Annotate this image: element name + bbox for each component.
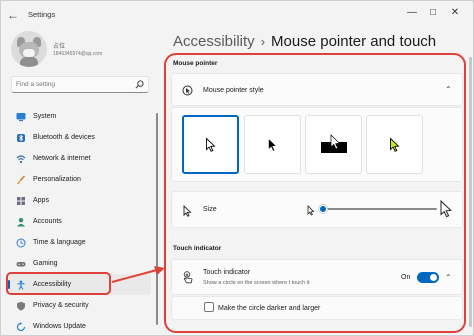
pointer-style-black[interactable]	[244, 115, 301, 174]
pointer-size-icon	[183, 205, 192, 217]
darker-circle-option-card: Make the circle darker and larger	[171, 296, 463, 320]
sidebar-item-network[interactable]: Network & internet	[7, 148, 151, 169]
large-pointer-icon	[440, 200, 452, 218]
page-title: Mouse pointer and touch	[271, 33, 437, 50]
main-scrollbar[interactable]	[469, 57, 472, 327]
sidebar-item-label: Time & language	[33, 239, 86, 246]
breadcrumb: Accessibility › Mouse pointer and touch	[173, 33, 436, 50]
darker-circle-checkbox[interactable]	[204, 302, 214, 312]
update-icon	[16, 321, 26, 331]
sidebar-item-label: Apps	[33, 197, 49, 204]
pointer-size-slider-thumb[interactable]	[319, 205, 327, 213]
title-bar: ← Settings — □ ✕	[1, 1, 473, 29]
monitor-icon	[16, 112, 26, 121]
pointer-style-label: Mouse pointer style	[203, 87, 264, 94]
maximize-icon[interactable]: □	[425, 6, 441, 20]
sidebar-item-label: Accounts	[33, 218, 62, 225]
settings-window: ← Settings — □ ✕ 占位 1846345974@qq.com Sy…	[0, 0, 474, 336]
sidebar-item-label: System	[33, 113, 57, 120]
pointer-style-card[interactable]: Mouse pointer style ⌃	[171, 73, 463, 106]
bluetooth-icon	[17, 133, 25, 142]
sidebar-item-label: Bluetooth & devices	[33, 134, 95, 141]
sidebar-item-label: Privacy & security	[33, 302, 89, 309]
sidebar-item-system[interactable]: System	[7, 106, 151, 127]
accessibility-icon	[17, 280, 25, 290]
sidebar-item-apps[interactable]: Apps	[7, 190, 151, 211]
chevron-up-icon[interactable]: ⌃	[445, 85, 452, 94]
minimize-icon[interactable]: —	[404, 6, 420, 20]
user-email: 1846345974@qq.com	[53, 51, 103, 57]
sidebar-item-label: Personalization	[33, 176, 81, 183]
apps-icon	[17, 196, 25, 205]
search-box[interactable]	[11, 76, 149, 93]
sidebar-item-label: Network & internet	[33, 155, 91, 162]
yellow-pointer-icon	[389, 137, 400, 152]
pointer-style-custom[interactable]	[366, 115, 423, 174]
controller-icon	[16, 261, 26, 266]
search-input[interactable]	[16, 79, 132, 90]
sidebar-scrollbar[interactable]	[156, 113, 158, 325]
small-pointer-icon	[307, 205, 315, 216]
sidebar-item-windows-update[interactable]: Windows Update	[7, 316, 151, 336]
user-profile[interactable]: 占位 1846345974@qq.com	[11, 31, 151, 71]
close-icon[interactable]: ✕	[447, 6, 463, 20]
sidebar-item-label: Accessibility	[33, 281, 72, 288]
back-arrow-icon[interactable]: ←	[7, 9, 21, 21]
sidebar-item-time-language[interactable]: Time & language	[7, 232, 151, 253]
sidebar-item-accounts[interactable]: Accounts	[7, 211, 151, 232]
sidebar-item-accessibility[interactable]: Accessibility	[7, 274, 151, 295]
avatar	[11, 31, 47, 67]
black-pointer-icon	[267, 137, 277, 152]
darker-circle-label: Make the circle darker and larger	[218, 305, 321, 312]
sidebar-item-gaming[interactable]: Gaming	[7, 253, 151, 274]
sidebar-item-label: Gaming	[33, 260, 58, 267]
shield-icon	[17, 301, 25, 311]
user-name: 占位	[53, 44, 66, 50]
pointer-size-slider-track[interactable]	[323, 208, 437, 210]
toggle-knob	[430, 274, 437, 281]
globe-clock-icon	[16, 238, 26, 247]
brush-icon	[17, 175, 26, 184]
white-pointer-icon	[205, 137, 216, 152]
inverted-pointer-icon	[320, 133, 347, 153]
touch-indicator-label: Touch indicator	[203, 269, 251, 276]
section-mouse-pointer: Mouse pointer	[173, 60, 218, 67]
size-label: Size	[203, 206, 217, 213]
chevron-up-icon[interactable]: ⌃	[445, 273, 452, 282]
pointer-style-icon	[182, 85, 193, 96]
wifi-icon	[16, 154, 26, 163]
sidebar-item-personalization[interactable]: Personalization	[7, 169, 151, 190]
person-icon	[17, 217, 25, 226]
section-touch-indicator: Touch indicator	[173, 245, 222, 252]
touch-indicator-toggle[interactable]	[417, 272, 439, 283]
touch-indicator-description: Show a circle on the screen where I touc…	[203, 280, 310, 286]
toggle-state-label: On	[401, 274, 411, 281]
pointer-style-white[interactable]	[182, 115, 239, 174]
touch-hand-icon	[183, 271, 193, 284]
pointer-style-inverted[interactable]	[305, 115, 362, 174]
sidebar-item-privacy[interactable]: Privacy & security	[7, 295, 151, 316]
window-title: Settings	[28, 10, 56, 19]
sidebar-item-bluetooth[interactable]: Bluetooth & devices	[7, 127, 151, 148]
sidebar-item-label: Windows Update	[33, 323, 86, 330]
sidebar-nav: System Bluetooth & devices Network & int…	[7, 106, 151, 336]
breadcrumb-parent[interactable]: Accessibility	[173, 33, 255, 50]
breadcrumb-separator: ›	[260, 34, 266, 49]
search-icon	[135, 80, 144, 89]
